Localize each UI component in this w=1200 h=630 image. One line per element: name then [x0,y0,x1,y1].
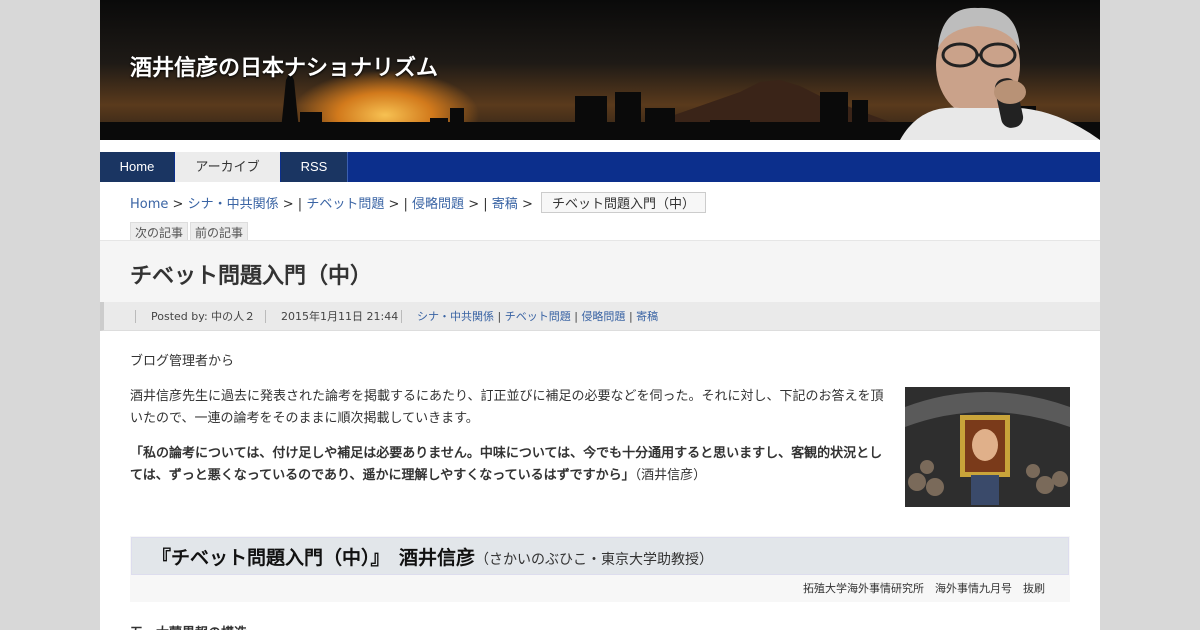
breadcrumb: Home > シナ・中共関係 > | チベット問題 > | 侵略問題 > | 寄… [130,192,706,213]
nav-home[interactable]: Home [100,152,174,182]
article-title-text: 『チベット問題入門（中）』 酒井信彦 [152,548,476,569]
main-nav: Home アーカイブ RSS [100,152,1100,182]
breadcrumb-category-contribution[interactable]: 寄稿 [492,197,518,212]
breadcrumb-separator: > [282,197,294,212]
post-date: 2015年1月11日 21:44 [265,310,398,323]
post-intro: ブログ管理者から [130,354,235,369]
portrait-photo-icon [905,387,1070,507]
quote-attribution: （酒井信彦） [634,468,707,483]
category-pipe: | [574,310,578,323]
article-source: 拓殖大学海外事情研究所 海外事情九月号 抜刷 [803,582,1045,595]
post-categories: シナ・中共関係 | チベット問題 | 侵略問題 | 寄稿 [401,310,658,323]
category-link-contribution[interactable]: 寄稿 [636,310,658,323]
section-heading: 五、大蒙界報の構造 [130,622,247,630]
quote-text: 「私の論考については、付け足しや補足は必要ありません。中味については、今でも十分… [130,446,883,483]
article-header-box: 『チベット問題入門（中）』 酒井信彦（さかいのぶひこ・東京大学助教授） 拓殖大学… [130,536,1070,602]
breadcrumb-category-tibet[interactable]: チベット問題 [306,197,384,212]
post-title: チベット問題入門（中） [130,263,373,288]
breadcrumb-category-china[interactable]: シナ・中共関係 [188,197,279,212]
post-title-bar: チベット問題入門（中） [100,240,1100,303]
breadcrumb-home[interactable]: Home [130,197,168,212]
breadcrumb-separator: > [388,197,400,212]
post-author: Posted by: 中の人２ [135,310,255,323]
post-paragraph: 酒井信彦先生に過去に発表された論考を掲載するにあたり、訂正並びに補足の必要などを… [130,389,884,426]
post-meta: Posted by: 中の人２ 2015年1月11日 21:44 シナ・中共関係… [100,302,1100,331]
nav-rss[interactable]: RSS [281,152,348,182]
category-pipe: | [628,310,633,323]
category-pipe: | [497,310,502,323]
nav-archive[interactable]: アーカイブ [175,152,280,182]
post-quote: 「私の論考については、付け足しや補足は必要ありません。中味については、今でも十分… [130,443,890,487]
category-link-tibet[interactable]: チベット問題 [505,310,571,323]
category-link-china[interactable]: シナ・中共関係 [417,310,494,323]
breadcrumb-separator: > [521,197,533,212]
portrait-photo [905,387,1070,507]
breadcrumb-separator: > [172,197,184,212]
category-link-invasion[interactable]: 侵略問題 [581,310,625,323]
breadcrumb-separator: > [468,197,480,212]
article-author-affiliation: （さかいのぶひこ・東京大学助教授） [475,551,714,567]
breadcrumb-pipe: | [403,197,408,212]
speaker-portrait-image [900,7,1100,140]
site-header: 酒井信彦の日本ナショナリズム [100,0,1100,140]
article-title-bar: 『チベット問題入門（中）』 酒井信彦（さかいのぶひこ・東京大学助教授） [131,537,1069,575]
site-title[interactable]: 酒井信彦の日本ナショナリズム [130,50,438,82]
breadcrumb-category-invasion[interactable]: 侵略問題 [412,197,464,212]
article-title: 『チベット問題入門（中）』 酒井信彦（さかいのぶひこ・東京大学助教授） [152,543,713,570]
breadcrumb-pipe: | [483,197,488,212]
breadcrumb-current: チベット問題入門（中） [540,192,706,213]
page: 酒井信彦の日本ナショナリズム Home アーカイブ RSS Home > シナ・… [100,0,1100,630]
header-spacer [100,140,1100,152]
breadcrumb-pipe: | [297,197,303,212]
